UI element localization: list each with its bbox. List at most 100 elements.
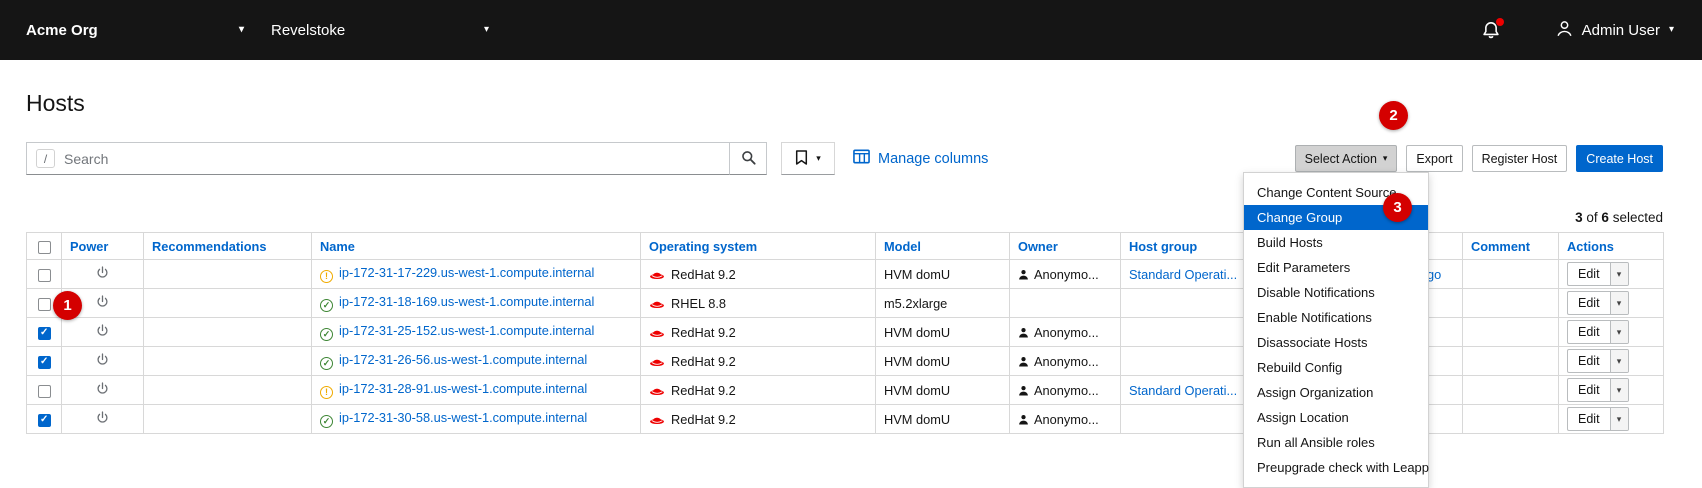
select-action-button[interactable]: Select Action ▾	[1294, 145, 1398, 172]
comment-cell	[1462, 346, 1559, 376]
column-header-power[interactable]: Power	[61, 232, 144, 260]
search-input[interactable]: / Search	[26, 142, 729, 175]
register-host-button[interactable]: Register Host	[1471, 145, 1568, 172]
edit-button[interactable]: Edit ▾	[1567, 407, 1629, 431]
host-name-link[interactable]: ip-172-31-17-229.us-west-1.compute.inter…	[339, 265, 594, 280]
host-name-link[interactable]: ip-172-31-28-91.us-west-1.compute.intern…	[339, 381, 587, 396]
power-status-cell[interactable]	[61, 404, 144, 434]
annotation-badge-3: 3	[1383, 193, 1412, 222]
manage-columns-label: Manage columns	[878, 150, 989, 167]
power-status-cell[interactable]	[61, 317, 144, 347]
row-checkbox[interactable]	[37, 413, 51, 427]
export-button[interactable]: Export	[1406, 145, 1463, 172]
columns-icon	[853, 149, 870, 168]
row-checkbox[interactable]	[37, 384, 51, 398]
owner-cell: Anonymo...	[1009, 346, 1121, 376]
create-host-button[interactable]: Create Host	[1576, 145, 1663, 172]
host-group-cell	[1120, 404, 1249, 434]
row-checkbox[interactable]	[37, 355, 51, 369]
notifications-button[interactable]	[1482, 18, 1504, 41]
host-name-link[interactable]: ip-172-31-25-152.us-west-1.compute.inter…	[339, 323, 594, 338]
manage-columns-link[interactable]: Manage columns	[853, 142, 988, 175]
edit-dropdown-toggle[interactable]: ▾	[1609, 408, 1628, 430]
host-group-link[interactable]: Standard Operati...	[1129, 383, 1237, 398]
os-cell: RedHat 9.2	[640, 346, 876, 376]
location-selector[interactable]: Revelstoke ▾	[271, 0, 489, 60]
bookmark-button[interactable]: ▾	[781, 142, 835, 175]
menu-item[interactable]: Build Hosts	[1244, 230, 1428, 255]
model-cell: HVM domU	[875, 346, 1010, 376]
status-ok-icon: ✓	[320, 299, 333, 312]
power-status-cell[interactable]	[61, 346, 144, 376]
column-header-host-group[interactable]: Host group	[1120, 232, 1249, 260]
column-header-actions[interactable]: Actions	[1558, 232, 1664, 260]
chevron-down-icon: ▾	[238, 24, 244, 35]
comment-cell	[1462, 375, 1559, 405]
menu-item[interactable]: Edit Parameters	[1244, 255, 1428, 280]
edit-button[interactable]: Edit ▾	[1567, 349, 1629, 373]
owner-user-icon	[1018, 383, 1029, 398]
recommendations-cell	[143, 375, 312, 405]
redhat-os-icon	[649, 325, 665, 340]
page-title: Hosts	[26, 90, 85, 116]
model-cell: m5.2xlarge	[875, 288, 1010, 318]
edit-button[interactable]: Edit ▾	[1567, 262, 1629, 286]
row-checkbox[interactable]	[37, 297, 51, 311]
menu-item[interactable]: Assign Organization	[1244, 380, 1428, 405]
edit-button[interactable]: Edit ▾	[1567, 291, 1629, 315]
host-name-link[interactable]: ip-172-31-18-169.us-west-1.compute.inter…	[339, 294, 594, 309]
search-button[interactable]	[729, 142, 767, 175]
edit-button[interactable]: Edit ▾	[1567, 320, 1629, 344]
select-all-checkbox[interactable]	[37, 240, 51, 254]
edit-dropdown-toggle[interactable]: ▾	[1609, 263, 1628, 285]
menu-item[interactable]: Run all Ansible roles	[1244, 430, 1428, 455]
column-header-recommendations[interactable]: Recommendations	[143, 232, 312, 260]
power-icon	[96, 265, 109, 283]
user-menu[interactable]: Admin User ▾	[1556, 0, 1674, 60]
owner-cell	[1009, 288, 1121, 318]
host-name-link[interactable]: ip-172-31-30-58.us-west-1.compute.intern…	[339, 410, 587, 425]
menu-item[interactable]: Disable Notifications	[1244, 280, 1428, 305]
row-checkbox[interactable]	[37, 268, 51, 282]
column-header-model[interactable]: Model	[875, 232, 1010, 260]
name-cell: ✓ ip-172-31-25-152.us-west-1.compute.inte…	[311, 317, 641, 347]
menu-item[interactable]: Disassociate Hosts	[1244, 330, 1428, 355]
row-select-cell	[26, 375, 62, 405]
column-header-name[interactable]: Name	[311, 232, 641, 260]
chevron-down-icon: ▾	[1668, 24, 1674, 35]
row-select-cell	[26, 317, 62, 347]
owner-cell: Anonymo...	[1009, 317, 1121, 347]
edit-dropdown-toggle[interactable]: ▾	[1609, 321, 1628, 343]
recommendations-cell	[143, 404, 312, 434]
user-icon	[1556, 20, 1573, 41]
owner-user-icon	[1018, 412, 1029, 427]
edit-dropdown-toggle[interactable]: ▾	[1609, 292, 1628, 314]
row-checkbox[interactable]	[37, 326, 51, 340]
edit-dropdown-toggle[interactable]: ▾	[1609, 379, 1628, 401]
os-cell: RedHat 9.2	[640, 317, 876, 347]
column-header-owner[interactable]: Owner	[1009, 232, 1121, 260]
owner-user-icon	[1018, 325, 1029, 340]
column-header-comment[interactable]: Comment	[1462, 232, 1559, 260]
edit-dropdown-toggle[interactable]: ▾	[1609, 350, 1628, 372]
os-cell: RedHat 9.2	[640, 375, 876, 405]
select-all-cell	[26, 232, 62, 260]
column-header-operating-system[interactable]: Operating system	[640, 232, 876, 260]
org-selector[interactable]: Acme Org ▾	[26, 0, 244, 60]
edit-button[interactable]: Edit ▾	[1567, 378, 1629, 402]
power-status-cell[interactable]	[61, 375, 144, 405]
host-group-link[interactable]: Standard Operati...	[1129, 267, 1237, 282]
menu-item[interactable]: Enable Notifications	[1244, 305, 1428, 330]
slash-shortcut-hint: /	[36, 149, 55, 168]
owner-user-icon	[1018, 267, 1029, 282]
menu-item[interactable]: Preupgrade check with Leapp	[1244, 455, 1429, 480]
power-status-cell[interactable]	[61, 259, 144, 289]
total-count: 6	[1601, 210, 1609, 225]
host-name-link[interactable]: ip-172-31-26-56.us-west-1.compute.intern…	[339, 352, 587, 367]
menu-item[interactable]: Rebuild Config	[1244, 355, 1428, 380]
location-selector-label: Revelstoke	[271, 21, 346, 39]
menu-item[interactable]: Assign Location	[1244, 405, 1428, 430]
redhat-os-icon	[649, 383, 665, 398]
last-report-link[interactable]: go	[1427, 267, 1441, 282]
annotation-badge-1: 1	[53, 291, 82, 320]
